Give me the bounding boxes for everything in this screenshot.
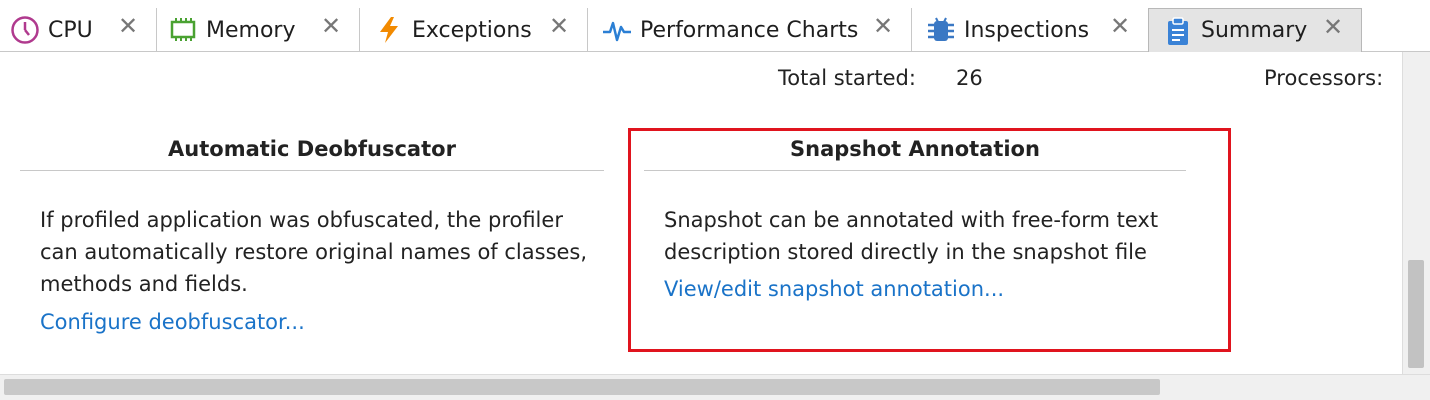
close-icon[interactable]: ✕ [549, 14, 569, 38]
tab-memory[interactable]: Memory ✕ [168, 8, 360, 52]
close-icon[interactable]: ✕ [321, 14, 341, 38]
tab-label: Memory [206, 17, 296, 43]
lightning-icon [380, 17, 398, 43]
horizontal-scrollbar[interactable] [0, 374, 1430, 400]
tab-label: Inspections [964, 17, 1090, 43]
highlight-box [628, 128, 1231, 352]
tab-cpu[interactable]: CPU ✕ [10, 8, 157, 52]
tab-exceptions[interactable]: Exceptions ✕ [374, 8, 588, 52]
deobfuscator-description: If profiled application was obfuscated, … [40, 204, 600, 300]
divider [20, 170, 604, 171]
processors-label: Processors: [1264, 66, 1384, 90]
clipboard-icon [1168, 16, 1188, 45]
total-started-label: Total started: [778, 66, 916, 90]
summary-content: Total started: 26 Processors: Automatic … [0, 52, 1402, 374]
description-line: can automatically restore original names… [40, 240, 588, 264]
tab-label: Exceptions [412, 17, 532, 43]
tab-label: CPU [48, 17, 93, 43]
deobfuscator-title: Automatic Deobfuscator [168, 137, 456, 161]
description-line: methods and fields. [40, 272, 248, 296]
pulse-chart-icon [603, 21, 631, 42]
close-icon[interactable]: ✕ [1110, 14, 1130, 38]
total-started-value: 26 [956, 66, 983, 90]
clock-icon [11, 16, 39, 44]
vertical-scrollbar-thumb[interactable] [1408, 260, 1424, 368]
tab-summary[interactable]: Summary ✕ [1148, 8, 1362, 52]
tab-inspections[interactable]: Inspections ✕ [926, 8, 1148, 52]
tab-label: Performance Charts [640, 17, 859, 43]
horizontal-scrollbar-thumb[interactable] [4, 379, 1160, 395]
close-icon[interactable]: ✕ [873, 14, 893, 38]
bug-icon [928, 17, 954, 41]
tab-label: Summary [1201, 18, 1308, 43]
configure-deobfuscator-link[interactable]: Configure deobfuscator... [40, 310, 305, 334]
editor-tab-bar: CPU ✕ Memory ✕ Exceptions ✕ Performance … [0, 0, 1430, 52]
tab-performance-charts[interactable]: Performance Charts ✕ [602, 8, 912, 52]
close-icon[interactable]: ✕ [118, 14, 138, 38]
description-line: If profiled application was obfuscated, … [40, 208, 563, 232]
vertical-scrollbar[interactable] [1402, 52, 1430, 374]
memory-chip-icon [170, 18, 196, 41]
close-icon[interactable]: ✕ [1323, 15, 1343, 39]
